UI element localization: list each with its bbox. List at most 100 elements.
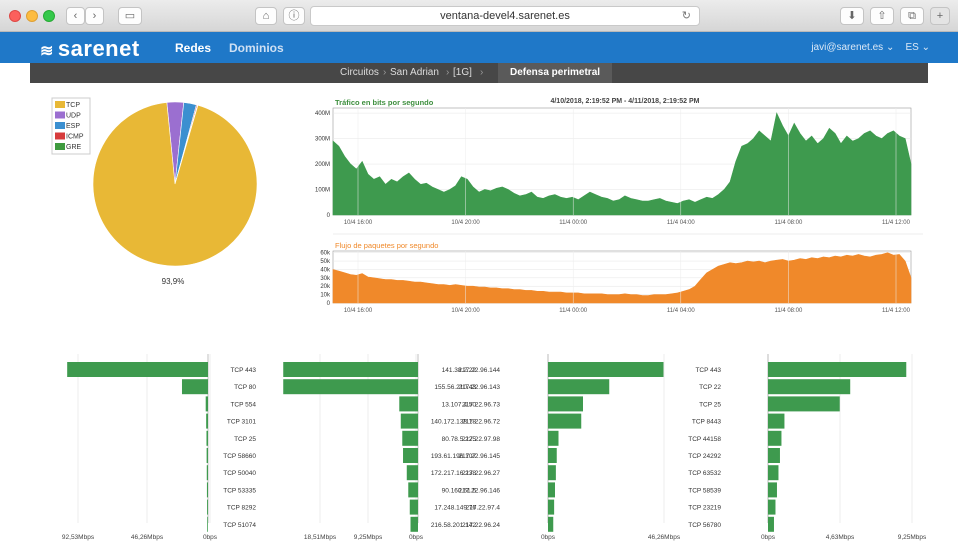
area-chart-x-tick: 11/4 00:00 [559,220,588,226]
bar-0-5 [206,448,208,463]
bar-chart-x-tick: 9,25Mbps [898,534,927,541]
bar-0-9 [207,516,208,532]
bar-category-label: 217.22.97.4 [466,505,501,512]
bar-category-label: TCP 25 [699,401,721,408]
bar-0-4 [206,430,208,446]
nav-right: javi@sarenet.es ⌄ ES ⌄ [811,42,930,53]
logo-mark-icon: ≋ [40,43,54,60]
bar-category-label: 217.22.96.73 [462,401,500,408]
forward-button[interactable]: › [85,7,104,25]
area-chart-title: Flujo de paquetes por segundo [335,241,438,250]
bar-1-4 [402,430,418,446]
area-chart-x-tick: 10/4 16:00 [344,308,373,314]
pie-legend-label: GRE [66,144,82,151]
url-bar[interactable]: ventana-devel4.sarenet.es ↻ [310,6,700,26]
bar-category-label: TCP 443 [230,367,256,374]
bar-category-label: TCP 44158 [688,436,721,443]
bar-category-label: TCP 25 [234,436,256,443]
bar-chart-x-tick: 46,26Mbps [131,534,164,541]
bar-category-label: TCP 56780 [688,522,721,529]
area-chart-y-tick: 50k [320,259,331,265]
bar-0-7 [206,482,208,498]
zoom-window-button[interactable] [43,10,55,22]
back-button[interactable]: ‹ [66,7,85,25]
home-icon[interactable]: ⌂ [255,7,277,25]
area-chart-y-tick: 30k [320,276,331,282]
bar-category-label: 217.22.96.144 [458,367,500,374]
bar-chart-x-tick: 0bps [203,534,218,541]
bar-2-3 [548,413,582,429]
breadcrumb-circuitos[interactable]: Circuitos [340,67,379,78]
bar-category-label: 217.22.96.143 [458,384,500,391]
breadcrumb-1g[interactable]: [1G] [453,67,472,78]
bar-category-label: 217.22.96.146 [458,487,500,494]
area-chart-x-tick: 11/4 08:00 [774,308,803,314]
breadcrumb-separator-icon: › [383,67,387,78]
nav-link-redes[interactable]: Redes [175,41,211,55]
bar-category-label: TCP 58660 [223,453,256,460]
area-chart-y-tick: 100M [315,188,330,194]
bar-2-5 [548,448,557,463]
bar-chart-x-tick: 0bps [761,534,776,541]
nav-link-dominios[interactable]: Dominios [229,41,284,55]
bar-chart-x-tick: 46,26Mbps [648,534,681,541]
bar-chart-x-tick: 92,53Mbps [62,534,95,541]
user-menu[interactable]: javi@sarenet.es ⌄ [811,42,894,53]
area-chart-x-tick: 11/4 08:00 [774,220,803,226]
top-nav: ≋ sarenet Redes Dominios javi@sarenet.es … [0,32,958,63]
url-text: ventana-devel4.sarenet.es [440,10,570,22]
bar-category-label: TCP 51074 [223,522,256,529]
close-window-button[interactable] [9,10,21,22]
bar-chart-x-tick: 0bps [409,534,424,541]
user-email: javi@sarenet.es [811,42,884,53]
chevron-down-icon: ⌄ [885,42,895,53]
bar-2-0 [548,362,664,377]
tabs-icon[interactable]: ⧉ [900,7,924,25]
share-icon[interactable]: ⇧ [870,7,894,25]
download-icon[interactable]: ⬇ [840,7,864,25]
bar-category-label: TCP 24292 [688,453,721,460]
area-chart-x-tick: 11/4 04:00 [667,308,696,314]
bar-category-label: TCP 8292 [227,505,257,512]
area-chart-y-tick: 200M [315,162,330,168]
area-chart-y-tick: 10k [320,293,331,299]
bar-1-0 [283,362,418,377]
sidebar-icon[interactable]: ▭ [118,7,142,25]
bar-3-3 [768,413,785,429]
bar-category-label: TCP 443 [695,367,721,374]
area-chart-x-tick: 10/4 20:00 [451,308,480,314]
bar-2-8 [548,499,555,515]
area-chart-x-tick: 11/4 12:00 [882,220,911,226]
area-chart-x-tick: 11/4 00:00 [559,308,588,314]
bar-3-8 [768,499,776,515]
dashboard-svg: TCP UDP ESP ICMP GRE 93,9% 0 100M 200M 300M 400M 10… [51,97,927,541]
reload-icon[interactable]: ↻ [682,7,691,25]
area-chart-y-tick: 400M [315,111,330,117]
new-tab-button[interactable]: + [930,7,950,25]
bar-2-9 [548,516,554,532]
browser-window: ‹ › ▭ ⌂ ⓘ ventana-devel4.sarenet.es ↻ ⬇ … [0,0,958,558]
pie-legend-swatch [55,101,65,108]
sarenet-logo[interactable]: ≋ sarenet [40,36,140,62]
pie-legend-label: TCP [66,102,80,109]
breadcrumb-san-adrian[interactable]: San Adrian [390,67,439,78]
bar-0-8 [207,499,208,515]
bar-3-4 [768,430,782,446]
info-icon[interactable]: ⓘ [283,7,305,25]
pie-legend-label: ICMP [66,134,84,141]
language-menu[interactable]: ES ⌄ [905,42,930,53]
area-chart-y-tick: 60k [320,251,331,257]
bar-category-label: TCP 8443 [692,419,722,426]
bar-category-label: TCP 58539 [688,487,721,494]
area-chart-y-tick: 20k [320,284,331,290]
breadcrumb-separator-icon: › [446,67,450,78]
bar-1-8 [409,499,418,515]
pie-legend-swatch [55,132,65,140]
minimize-window-button[interactable] [26,10,38,22]
bar-category-label: TCP 22 [699,384,721,391]
bar-category-label: TCP 50040 [223,470,256,477]
bar-1-2 [399,396,418,412]
bar-3-7 [768,482,777,498]
language-label: ES [905,42,919,53]
bar-3-9 [768,516,774,532]
